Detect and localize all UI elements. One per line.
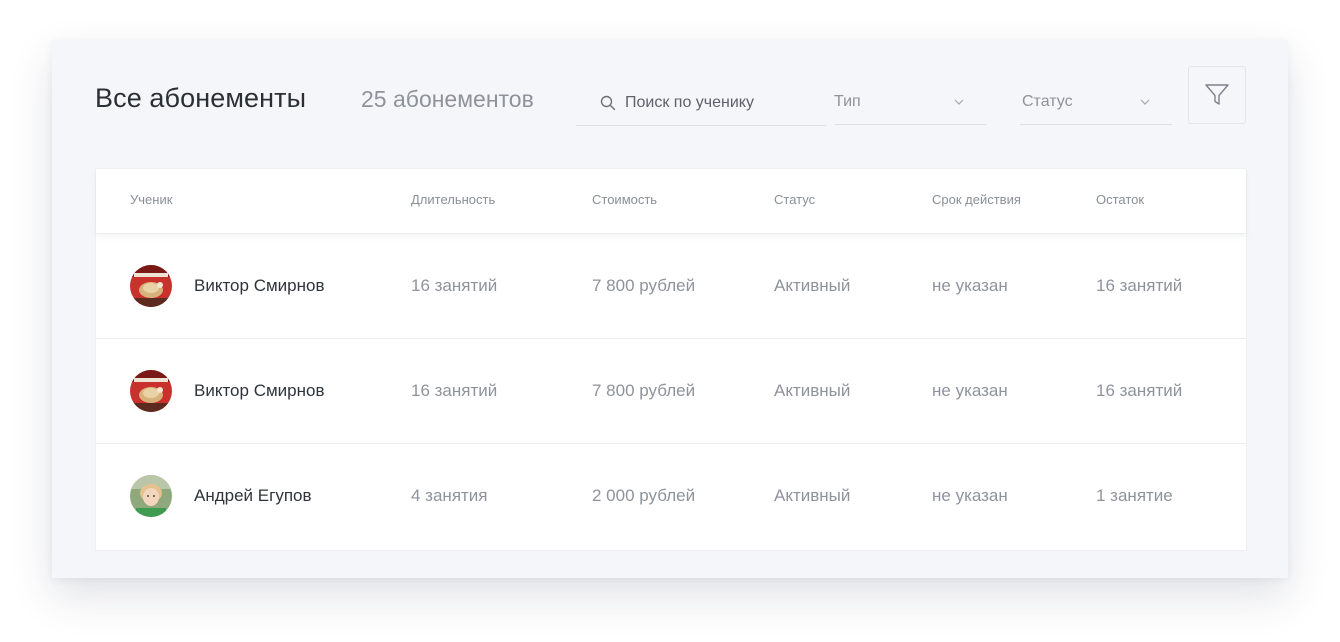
avatar [130,475,172,517]
remaining-cell: 16 занятий [1096,381,1183,400]
table-header: Ученик Длительность Стоимость Статус Сро… [96,169,1246,234]
expiry-cell: не указан [932,381,1008,400]
remaining-cell: 16 занятий [1096,276,1183,295]
table-row[interactable]: Виктор Смирнов 16 занятий 7 800 рублей А… [96,234,1246,339]
duration-cell: 4 занятия [411,486,488,505]
status-cell: Активный [774,486,851,505]
search-input[interactable] [625,93,815,112]
subscriptions-count: 25 абонементов [361,86,534,112]
search-icon [600,95,616,110]
student-name[interactable]: Виктор Смирнов [194,276,324,296]
table-row[interactable]: Андрей Егупов 4 занятия 2 000 рублей Акт… [96,444,1246,550]
column-header-student[interactable]: Ученик [130,192,172,207]
filter-button[interactable] [1188,66,1246,124]
search-field[interactable] [576,80,826,126]
column-header-remaining[interactable]: Остаток [1096,192,1144,207]
column-header-duration[interactable]: Длительность [411,192,495,207]
status-select[interactable]: Статус [1020,80,1172,125]
expiry-cell: не указан [932,486,1008,505]
student-name[interactable]: Андрей Егупов [194,486,312,506]
type-select-label: Тип [834,93,861,110]
type-select[interactable]: Тип [834,80,986,125]
duration-cell: 16 занятий [411,381,498,400]
page-title: Все абонементы [95,83,307,113]
status-cell: Активный [774,276,851,295]
table-row[interactable]: Виктор Смирнов 16 занятий 7 800 рублей А… [96,339,1246,444]
price-cell: 2 000 рублей [592,486,696,505]
chevron-down-icon [1140,99,1150,105]
avatar [130,370,172,412]
status-cell: Активный [774,381,851,400]
avatar [130,265,172,307]
subscriptions-table: Ученик Длительность Стоимость Статус Сро… [95,168,1247,551]
price-cell: 7 800 рублей [592,381,696,400]
column-header-expiry[interactable]: Срок действия [932,192,1021,207]
column-header-status[interactable]: Статус [774,192,815,207]
filter-icon [1205,84,1229,105]
duration-cell: 16 занятий [411,276,498,295]
student-name[interactable]: Виктор Смирнов [194,381,324,401]
subscriptions-panel: Все абонементы 25 абонементов Тип Статус… [52,40,1288,578]
expiry-cell: не указан [932,276,1008,295]
remaining-cell: 1 занятие [1096,486,1173,505]
status-select-label: Статус [1022,93,1073,110]
column-header-price[interactable]: Стоимость [592,192,657,207]
price-cell: 7 800 рублей [592,276,696,295]
chevron-down-icon [954,99,964,105]
